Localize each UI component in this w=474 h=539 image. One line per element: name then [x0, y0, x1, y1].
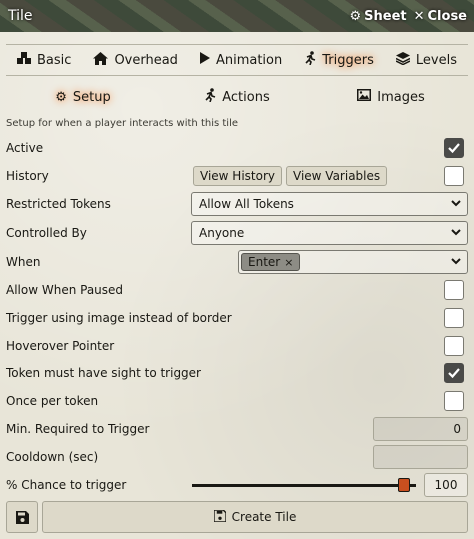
- running-icon: [204, 88, 216, 106]
- controlled-by-value: Anyone: [199, 226, 245, 240]
- tab-triggers-label: Triggers: [322, 52, 374, 68]
- min-required-input[interactable]: 0: [373, 417, 468, 441]
- active-label: Active: [6, 141, 44, 155]
- cooldown-label: Cooldown (sec): [6, 450, 99, 464]
- chance-slider-thumb[interactable]: [398, 478, 410, 492]
- allow-when-paused-label: Allow When Paused: [6, 283, 124, 297]
- hoverover-pointer-label: Hoverover Pointer: [6, 339, 115, 353]
- field-once-per-token: Once per token: [6, 389, 468, 413]
- controlled-by-label: Controlled By: [6, 226, 87, 240]
- token-sight-label: Token must have sight to trigger: [6, 366, 201, 380]
- check-icon: [448, 368, 460, 379]
- close-label: Close: [427, 8, 467, 24]
- tab-basic-label: Basic: [37, 52, 72, 68]
- tab-basic[interactable]: Basic: [17, 51, 72, 69]
- floppy-disk-icon: [15, 510, 29, 524]
- tile-config-window: Tile ⚙ Sheet ✕ Close Basic Overhead Anim…: [0, 0, 474, 539]
- tab-overhead[interactable]: Overhead: [93, 51, 178, 69]
- field-token-sight: Token must have sight to trigger: [6, 361, 468, 385]
- field-min-required: Min. Required to Trigger 0: [6, 417, 468, 441]
- tab-actions[interactable]: Actions: [160, 88, 314, 106]
- primary-tab-bar: Basic Overhead Animation Triggers Levels: [6, 44, 468, 76]
- allow-when-paused-checkbox[interactable]: [444, 280, 464, 300]
- once-per-token-checkbox[interactable]: [444, 391, 464, 411]
- remove-tag-icon[interactable]: ×: [284, 256, 293, 269]
- floppy-disk-icon: [212, 508, 227, 525]
- field-history: History View History View Variables: [6, 164, 468, 188]
- trigger-using-image-label: Trigger using image instead of border: [6, 311, 232, 325]
- tab-setup[interactable]: ⚙ Setup: [6, 90, 160, 105]
- cooldown-input[interactable]: [373, 445, 468, 469]
- check-icon: [448, 143, 460, 154]
- history-checkbox[interactable]: [444, 166, 464, 186]
- field-trigger-using-image: Trigger using image instead of border: [6, 306, 468, 330]
- tab-levels-label: Levels: [415, 52, 457, 68]
- create-tile-label: Create Tile: [231, 510, 297, 524]
- field-active: Active: [6, 136, 468, 160]
- once-per-token-label: Once per token: [6, 394, 99, 408]
- chance-slider-track[interactable]: [192, 484, 416, 487]
- when-tag-enter: Enter ×: [241, 253, 301, 271]
- field-chance: % Chance to trigger 100: [6, 473, 468, 497]
- home-icon: [93, 51, 109, 69]
- token-sight-checkbox[interactable]: [444, 363, 464, 383]
- min-required-label: Min. Required to Trigger: [6, 422, 150, 436]
- history-label: History: [6, 169, 49, 183]
- tab-images-label: Images: [377, 89, 425, 105]
- field-controlled-by: Controlled By Anyone: [6, 221, 468, 245]
- tab-animation-label: Animation: [215, 52, 283, 68]
- setup-hint: Setup for when a player interacts with t…: [6, 118, 239, 129]
- field-cooldown: Cooldown (sec): [6, 445, 468, 469]
- cog-icon: ⚙: [349, 8, 362, 24]
- tab-actions-label: Actions: [222, 89, 270, 105]
- window-titlebar[interactable]: Tile ⚙ Sheet ✕ Close: [0, 0, 474, 32]
- when-label: When: [6, 255, 41, 269]
- restricted-tokens-select[interactable]: Allow All Tokens: [191, 192, 468, 216]
- cubes-icon: [17, 51, 31, 69]
- field-when: When Enter ×: [6, 250, 468, 274]
- tab-triggers[interactable]: Triggers: [304, 51, 374, 69]
- layer-group-icon: [395, 51, 411, 69]
- close-button[interactable]: ✕ Close: [414, 9, 467, 24]
- play-icon: [199, 52, 210, 68]
- create-tile-button[interactable]: Create Tile: [42, 501, 468, 533]
- when-multiselect[interactable]: Enter ×: [238, 250, 468, 274]
- view-history-button[interactable]: View History: [193, 166, 282, 186]
- chevron-down-icon: [450, 255, 462, 270]
- tab-overhead-label: Overhead: [114, 52, 178, 68]
- field-restricted-tokens: Restricted Tokens Allow All Tokens: [6, 192, 468, 216]
- secondary-tab-bar: ⚙ Setup Actions Images: [6, 84, 468, 110]
- field-allow-when-paused: Allow When Paused: [6, 278, 468, 302]
- restricted-tokens-label: Restricted Tokens: [6, 197, 111, 211]
- window-title: Tile: [8, 8, 33, 24]
- hoverover-pointer-checkbox[interactable]: [444, 336, 464, 356]
- cog-icon: ⚙: [55, 89, 67, 105]
- chance-label: % Chance to trigger: [6, 478, 127, 492]
- running-icon: [304, 51, 316, 69]
- sheet-button[interactable]: ⚙ Sheet: [349, 9, 406, 24]
- view-variables-button[interactable]: View Variables: [286, 166, 388, 186]
- chevron-down-icon: [450, 226, 462, 241]
- footer: Create Tile: [6, 501, 468, 533]
- active-checkbox[interactable]: [444, 138, 464, 158]
- controlled-by-select[interactable]: Anyone: [191, 221, 468, 245]
- tab-animation[interactable]: Animation: [199, 52, 283, 68]
- tab-levels[interactable]: Levels: [395, 51, 457, 69]
- field-hoverover-pointer: Hoverover Pointer: [6, 334, 468, 358]
- when-tag-label: Enter: [248, 255, 281, 269]
- chance-value-input[interactable]: 100: [424, 473, 468, 497]
- tab-images[interactable]: Images: [314, 89, 468, 105]
- save-button[interactable]: [6, 501, 38, 533]
- tab-setup-label: Setup: [72, 89, 111, 105]
- close-icon: ✕: [413, 8, 425, 24]
- chevron-down-icon: [450, 197, 462, 212]
- restricted-tokens-value: Allow All Tokens: [199, 197, 294, 211]
- sheet-label: Sheet: [364, 8, 407, 24]
- image-icon: [357, 89, 372, 105]
- trigger-using-image-checkbox[interactable]: [444, 308, 464, 328]
